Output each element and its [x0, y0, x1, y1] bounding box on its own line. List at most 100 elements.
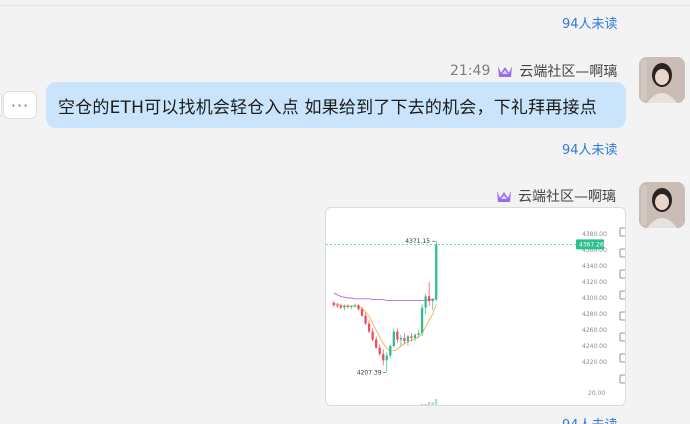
volume-bar [357, 405, 359, 406]
volume-bar [431, 402, 434, 405]
chart-image-message[interactable]: 4380.00 4360.00 4340.00 4320.00 4300.00 4280.… [325, 207, 626, 406]
message-time: 21:49 [450, 63, 491, 79]
volume-bar [361, 405, 363, 406]
unread-count: 94人未读 [562, 414, 618, 424]
volume-bar [414, 405, 416, 406]
candle-body [389, 346, 392, 356]
unread-count: 94人未读 [562, 143, 618, 158]
crown-badge-icon [498, 66, 513, 77]
candle-body [332, 302, 335, 306]
y-tick-label: 4340.00 [582, 263, 607, 270]
candle-body [357, 305, 360, 310]
message-text: 空仓的ETH可以找机会轻仓入点 如果给到了下去的机会，下礼拜再接点 [58, 97, 597, 118]
chart-tool-icon [619, 227, 625, 237]
message-meta: 21:49 云端社区—啊璃 [450, 61, 617, 81]
message-meta: 云端社区—啊璃 [495, 186, 616, 206]
candle-body [364, 315, 367, 324]
volume-bar [396, 405, 398, 406]
volume-bar [375, 405, 377, 406]
candle-body [343, 306, 346, 308]
sender-name[interactable]: 云端社区—啊璃 [518, 186, 616, 206]
candle-body [371, 331, 374, 340]
candle-body [417, 333, 420, 335]
low-label: 4207.39 [357, 369, 382, 376]
current-price-label: 4367.26 [579, 241, 604, 248]
chart-tool-icon [619, 332, 625, 342]
y-tick-label: 4220.00 [582, 359, 607, 366]
candle-body [403, 338, 406, 342]
volume-tick-label: 20.00 [588, 390, 605, 397]
candle-body [360, 309, 364, 316]
candle-body [396, 331, 399, 340]
candle-body [382, 354, 385, 361]
volume-bar [354, 405, 356, 406]
volume-bar [382, 405, 384, 406]
more-button-edge[interactable] [0, 91, 2, 119]
volume-bar [364, 405, 366, 406]
volume-bar [379, 405, 381, 406]
y-tick-label: 4380.00 [582, 231, 607, 238]
volume-bar [389, 405, 391, 406]
volume-bar [340, 405, 342, 406]
chart-tool-icon [619, 311, 625, 321]
message-bubble[interactable]: 空仓的ETH可以找机会轻仓入点 如果给到了下去的机会，下礼拜再接点 [46, 82, 626, 128]
volume-bar [435, 399, 438, 405]
chart-tool-icon [619, 290, 625, 300]
candle-body [413, 334, 417, 338]
candle-body [420, 307, 424, 334]
more-dots-icon: ··· [10, 95, 30, 115]
top-divider [0, 5, 690, 6]
ma-long-line [333, 292, 437, 301]
candle-body [424, 296, 427, 308]
high-label: 4371.15 [405, 238, 430, 245]
y-tick-label: 4300.00 [582, 295, 607, 302]
more-button[interactable]: ··· [3, 91, 37, 119]
sender-name[interactable]: 云端社区—啊璃 [519, 61, 617, 81]
volume-bar [410, 405, 412, 406]
volume-bar [368, 405, 370, 406]
volume-bar [336, 405, 338, 406]
candle-body [410, 336, 413, 338]
chart-tool-icon [619, 353, 625, 363]
candle-body [350, 306, 353, 307]
candle-body [353, 305, 357, 307]
avatar-photo [639, 182, 685, 228]
volume-bar [343, 405, 345, 406]
candle-body [431, 299, 434, 302]
chart-tool-icon [619, 269, 625, 279]
ma-short-line [333, 303, 437, 352]
sender-avatar[interactable] [639, 182, 685, 228]
chart-tool-icon [619, 374, 625, 384]
volume-bar [393, 405, 395, 406]
candle-body [406, 336, 410, 342]
candle-body [378, 347, 381, 354]
candlestick-chart: 4380.004360.004340.004320.004300.004280.… [326, 227, 625, 406]
y-tick-label: 4260.00 [582, 327, 607, 334]
candle-body [367, 323, 371, 332]
y-tick-label: 4320.00 [582, 279, 607, 286]
crown-badge-icon [497, 191, 511, 202]
volume-bar [333, 405, 335, 406]
candle-body [435, 244, 438, 300]
candle-body [385, 355, 388, 361]
volume-bar [420, 403, 424, 405]
avatar-photo [639, 57, 685, 103]
y-tick-label: 4240.00 [582, 343, 607, 350]
candle-body [428, 296, 431, 302]
candle-body [346, 306, 350, 307]
volume-bar [372, 405, 374, 406]
unread-count: 94人未读 [562, 17, 618, 32]
sender-avatar[interactable] [639, 57, 685, 103]
volume-bar [417, 405, 419, 406]
volume-bar [400, 405, 402, 406]
y-tick-label: 4280.00 [582, 311, 607, 318]
volume-bar [403, 405, 405, 406]
candle-body [339, 306, 342, 308]
volume-bar [407, 405, 409, 406]
chart-tool-icon [619, 248, 625, 258]
candle-body [399, 338, 403, 340]
candle-body [375, 339, 378, 348]
volume-bar [350, 405, 352, 406]
volume-bar [428, 402, 431, 405]
volume-bar [347, 405, 349, 406]
